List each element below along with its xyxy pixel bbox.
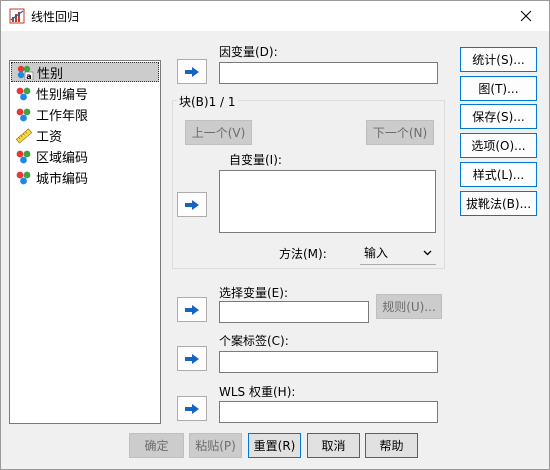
previous-block-button[interactable]: 上一个(V) xyxy=(185,120,252,145)
wls-field[interactable] xyxy=(219,401,438,423)
selection-label: 选择变量(E): xyxy=(219,286,288,300)
style-button[interactable]: 样式(L)... xyxy=(460,162,537,187)
cancel-button[interactable]: 取消 xyxy=(307,433,360,458)
nominal-icon xyxy=(15,86,33,102)
title-bar: 线性回归 xyxy=(1,1,549,31)
arrow-right-icon xyxy=(185,403,199,414)
arrow-right-icon xyxy=(185,353,199,364)
move-to-selection-button[interactable] xyxy=(177,297,207,322)
save-button[interactable]: 保存(S)... xyxy=(460,104,537,129)
block-label: 块(B)1 / 1 xyxy=(177,93,238,110)
nominal-icon xyxy=(15,107,33,123)
variable-label: 工作年限 xyxy=(36,109,89,124)
arrow-right-icon xyxy=(185,199,199,210)
arrow-right-icon xyxy=(185,304,199,315)
chevron-down-icon xyxy=(423,250,432,255)
method-label: 方法(M): xyxy=(279,247,327,261)
arrow-right-icon xyxy=(185,66,199,77)
variable-label: 工资 xyxy=(36,130,63,145)
variable-label: 城市编码 xyxy=(36,172,89,187)
dependent-label: 因变量(D): xyxy=(219,45,278,59)
move-to-independent-button[interactable] xyxy=(177,192,207,217)
svg-text:a: a xyxy=(26,72,31,80)
nominal-string-icon: a xyxy=(16,64,34,81)
variable-label: 性别编号 xyxy=(36,88,89,103)
case-labels-field[interactable] xyxy=(219,351,438,373)
paste-button[interactable]: 粘贴(P) xyxy=(189,433,242,458)
statistics-button[interactable]: 统计(S)... xyxy=(460,47,537,72)
variable-label: 性别 xyxy=(37,66,64,82)
nominal-icon xyxy=(15,170,33,186)
move-to-case-labels-button[interactable] xyxy=(177,346,207,371)
plots-button[interactable]: 图(T)... xyxy=(460,76,537,101)
bootstrap-button[interactable]: 拔靴法(B)... xyxy=(460,191,537,216)
independent-label: 自变量(I): xyxy=(229,153,282,167)
reset-button[interactable]: 重置(R) xyxy=(248,433,301,458)
dependent-field[interactable] xyxy=(219,62,438,84)
method-select[interactable]: 输入 xyxy=(360,241,436,265)
close-button[interactable] xyxy=(503,1,549,31)
help-button[interactable]: 帮助 xyxy=(365,433,418,458)
method-value: 输入 xyxy=(364,246,389,260)
list-item[interactable]: a 性别 xyxy=(11,62,159,82)
list-item[interactable]: 性别编号 xyxy=(10,83,160,104)
list-item[interactable]: 工作年限 xyxy=(10,104,160,125)
nominal-icon xyxy=(15,149,33,165)
list-item[interactable]: 区域编码 xyxy=(10,146,160,167)
variable-list[interactable]: a 性别性别编号工作年限工资区域编码城市编码 xyxy=(9,60,161,424)
scale-icon xyxy=(15,128,33,144)
ok-button[interactable]: 确定 xyxy=(129,433,184,458)
rule-button[interactable]: 规则(U)... xyxy=(376,294,442,319)
move-to-wls-button[interactable] xyxy=(177,396,207,421)
independent-list[interactable] xyxy=(219,170,436,233)
case-labels-label: 个案标签(C): xyxy=(219,334,289,348)
variable-label: 区域编码 xyxy=(36,151,89,166)
selection-field[interactable] xyxy=(219,301,369,323)
window-title: 线性回归 xyxy=(31,10,80,24)
list-item[interactable]: 城市编码 xyxy=(10,167,160,188)
wls-label: WLS 权重(H): xyxy=(219,385,296,399)
options-button[interactable]: 选项(O)... xyxy=(460,133,537,158)
move-to-dependent-button[interactable] xyxy=(177,59,207,84)
close-icon xyxy=(520,10,532,22)
app-icon xyxy=(9,8,25,24)
next-block-button[interactable]: 下一个(N) xyxy=(366,120,434,145)
list-item[interactable]: 工资 xyxy=(10,125,160,146)
